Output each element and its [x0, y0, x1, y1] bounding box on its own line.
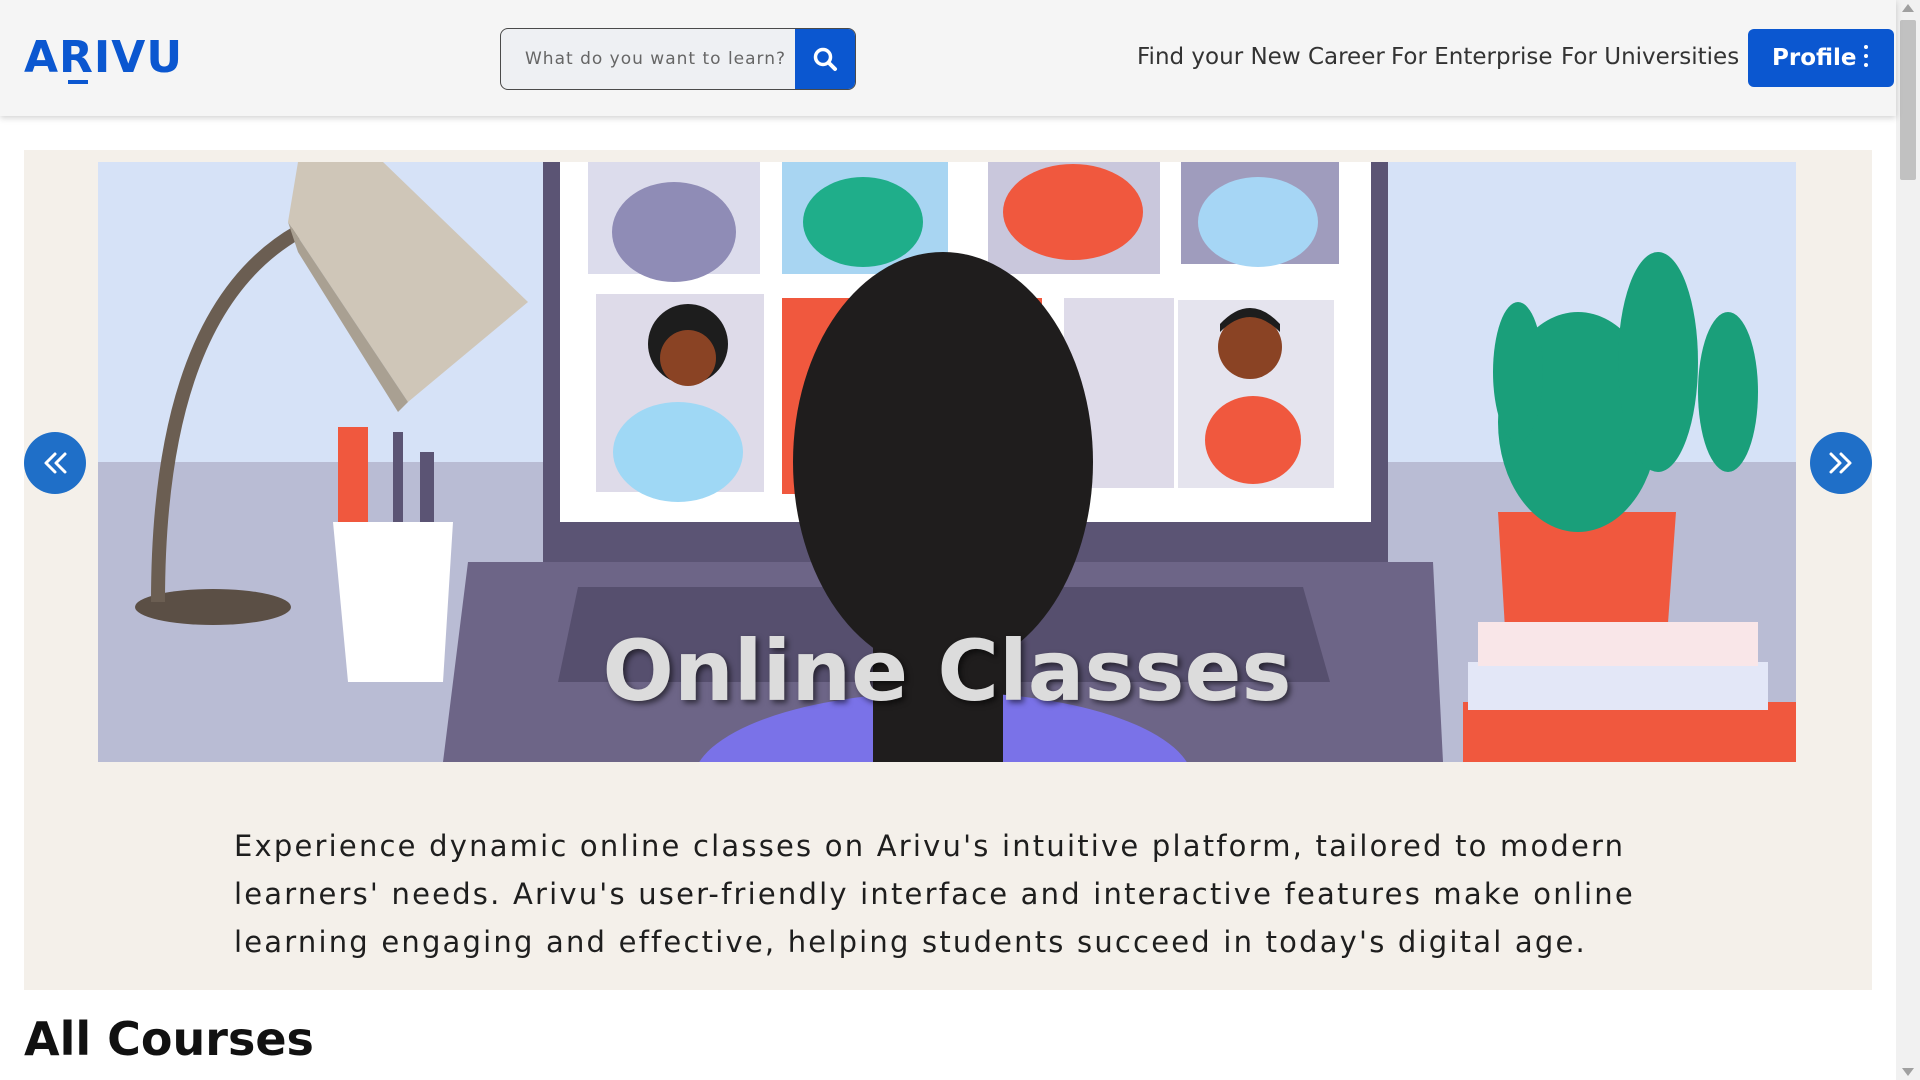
search-button[interactable] — [795, 29, 855, 89]
nav-enterprise[interactable]: For Enterprise — [1391, 44, 1553, 70]
logo-text: ARIVU — [24, 32, 184, 83]
kebab-menu-icon — [1864, 45, 1868, 69]
slide-title: Online Classes — [602, 622, 1292, 720]
profile-button[interactable]: Profile — [1748, 29, 1894, 87]
carousel-next-button[interactable] — [1810, 432, 1872, 494]
double-chevron-left-icon — [44, 452, 67, 474]
hero-carousel: Online Classes Experience dynamic online… — [24, 150, 1872, 990]
hero-description: Experience dynamic online classes on Ari… — [234, 829, 1635, 959]
nav-universities[interactable]: For Universities — [1561, 44, 1739, 70]
scroll-down-arrow-icon[interactable] — [1902, 1068, 1914, 1076]
arivu-logo[interactable]: ARIVU — [24, 32, 184, 84]
page-scrollbar[interactable] — [1896, 0, 1920, 1080]
search-bar — [500, 28, 856, 90]
search-input[interactable] — [501, 29, 795, 89]
scroll-up-arrow-icon[interactable] — [1902, 4, 1914, 12]
profile-label: Profile — [1772, 45, 1857, 71]
search-icon — [813, 47, 837, 71]
carousel-slide-image: Online Classes — [98, 162, 1796, 762]
carousel-prev-button[interactable] — [24, 432, 86, 494]
double-chevron-right-icon — [1829, 452, 1852, 474]
all-courses-heading: All Courses — [24, 1012, 314, 1066]
logo-underline — [68, 80, 88, 84]
nav-find-career[interactable]: Find your New Career — [1137, 44, 1385, 70]
scrollbar-thumb[interactable] — [1900, 20, 1916, 180]
top-navbar: ARIVU Find your New Career For Enterpris… — [0, 0, 1896, 116]
